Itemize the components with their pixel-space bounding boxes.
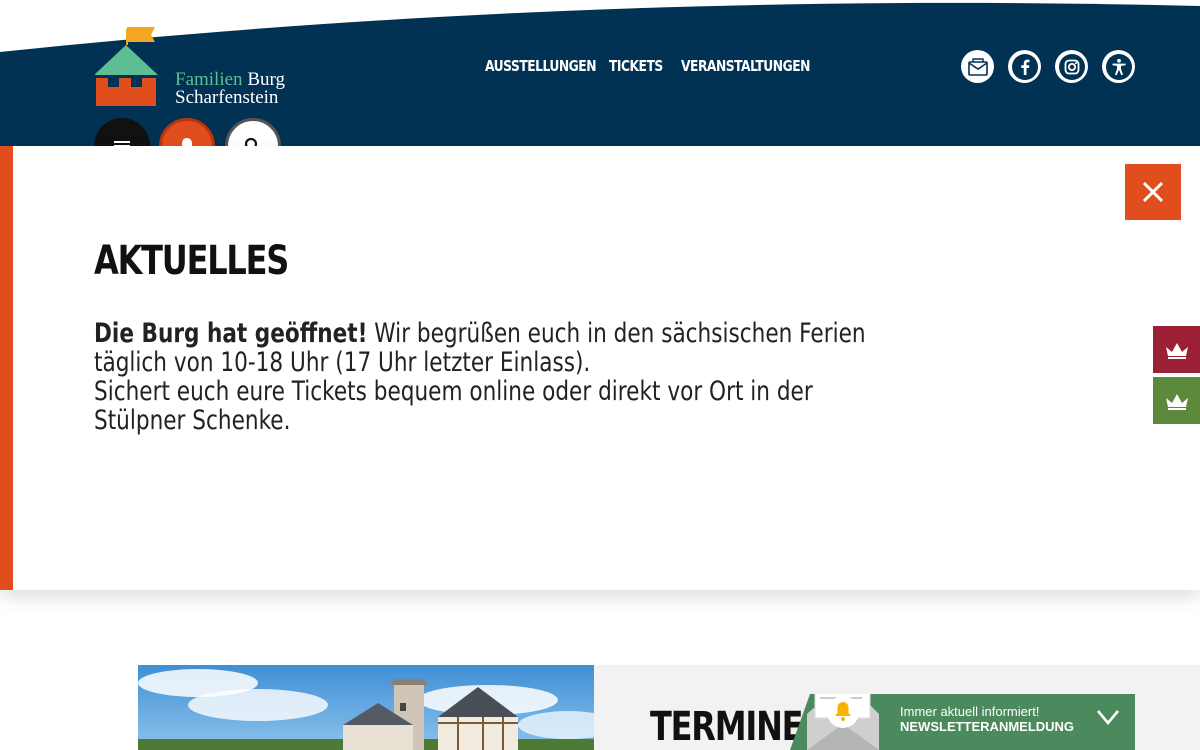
nav-ausstellungen[interactable]: AUSSTELLUNGEN [485,57,596,75]
newsletter-cta: NEWSLETTERANMELDUNG [900,719,1075,734]
newsletter-text: Immer aktuell informiert! [900,704,1040,719]
nav-tickets[interactable]: TICKETS [609,57,663,75]
social-links [961,50,1135,83]
side-tab-red[interactable] [1153,326,1200,373]
site-logo[interactable]: Familien Burg Scharfenstein [94,25,295,109]
nav-veranstaltungen[interactable]: VERANSTALTUNGEN [681,57,810,75]
logo-text: Familien Burg Scharfenstein [175,69,285,108]
notice-text: Die Burg hat geöffnet! Wir begrüßen euch… [94,319,886,435]
crown-icon [1165,342,1188,359]
accent-bar [0,146,13,590]
instagram-icon[interactable] [1055,50,1088,83]
facebook-icon[interactable] [1008,50,1041,83]
newsletter-mail-icon[interactable] [961,50,994,83]
castle-logo-icon [94,27,158,106]
castle-photo [138,665,594,750]
side-tab-green[interactable] [1153,377,1200,424]
crown-icon [1165,393,1188,410]
main-navigation: AUSSTELLUNGEN TICKETS VERANSTALTUNGEN [485,57,810,75]
notice-title: AKTUELLES [94,238,289,284]
close-icon [1142,181,1164,203]
notice-bold-text: Die Burg hat geöffnet! [94,318,368,349]
close-button[interactable] [1125,164,1181,220]
chevron-down-icon[interactable] [1096,708,1120,726]
newsletter-signup-banner[interactable]: Immer aktuell informiert! NEWSLETTERANME… [790,694,1135,750]
notice-line2: Sichert euch eure Tickets bequem online … [94,376,813,436]
accessibility-icon[interactable] [1102,50,1135,83]
news-notice-panel: AKTUELLES Die Burg hat geöffnet! Wir beg… [0,146,1200,590]
